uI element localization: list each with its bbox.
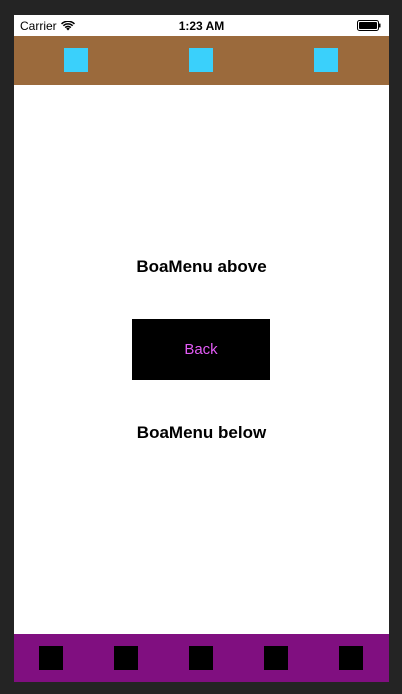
- bottom-menu-item-1[interactable]: [39, 646, 63, 670]
- bottom-menu-item-5[interactable]: [339, 646, 363, 670]
- bottom-menu-item-3[interactable]: [189, 646, 213, 670]
- top-boa-menu: [14, 36, 389, 85]
- bottom-menu-item-4[interactable]: [264, 646, 288, 670]
- top-menu-item-2[interactable]: [189, 48, 213, 72]
- device-frame: Carrier 1:23 AM BoaMenu above Back BoaMe…: [0, 0, 402, 694]
- bottom-boa-menu: [14, 634, 389, 682]
- label-boamenu-above: BoaMenu above: [136, 257, 267, 276]
- label-boamenu-below: BoaMenu below: [136, 423, 267, 442]
- screen: Carrier 1:23 AM BoaMenu above Back BoaMe…: [14, 15, 389, 682]
- top-menu-item-1[interactable]: [64, 48, 88, 72]
- back-button[interactable]: Back: [132, 319, 270, 380]
- bottom-menu-item-2[interactable]: [114, 646, 138, 670]
- status-bar: Carrier 1:23 AM: [14, 15, 389, 36]
- status-time: 1:23 AM: [178, 19, 225, 33]
- battery-icon: [357, 20, 381, 31]
- top-menu-item-3[interactable]: [314, 48, 338, 72]
